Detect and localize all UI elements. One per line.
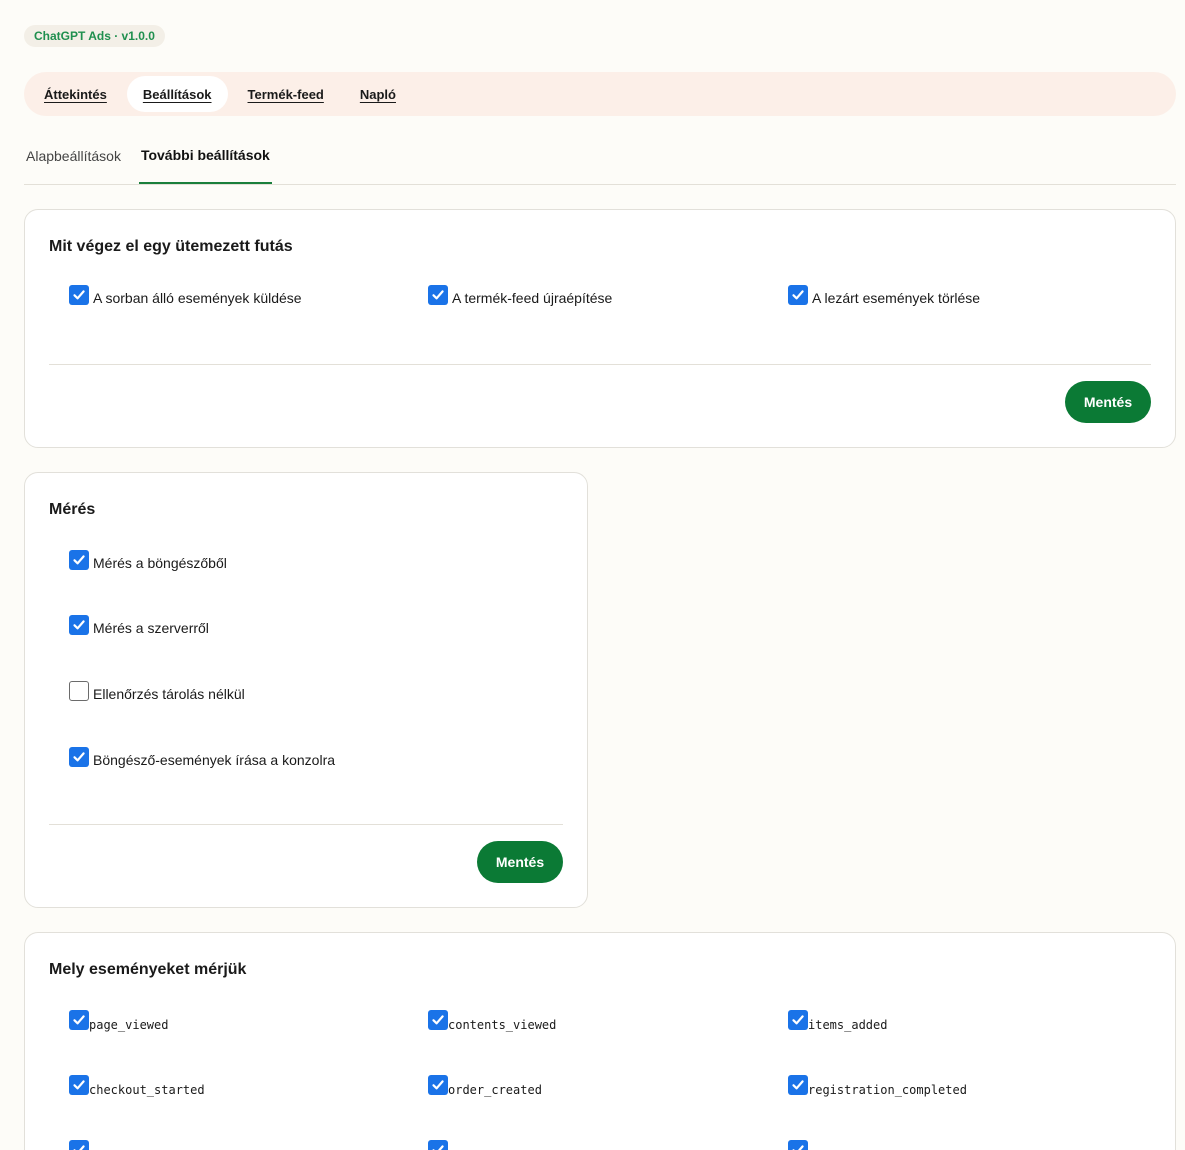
checkbox[interactable] — [69, 1140, 89, 1150]
sub-tabs: Alapbeállítások További beállítások — [24, 128, 1176, 185]
checkmark-icon — [792, 1080, 804, 1090]
tab-log[interactable]: Napló — [344, 76, 412, 112]
version-badge: ChatGPT Ads · v1.0.0 — [24, 25, 165, 47]
checkmark-icon — [73, 620, 85, 630]
checkmark-icon — [73, 290, 85, 300]
measurement-title: Mérés — [49, 501, 96, 518]
events-card: Mely eseményeket mérjük page_viewed cont… — [24, 932, 1176, 1150]
subtab-additional-settings[interactable]: További beállítások — [138, 128, 272, 184]
checkbox[interactable] — [428, 1010, 448, 1030]
divider — [49, 824, 563, 825]
events-title: Mely eseményeket mérjük — [49, 961, 247, 978]
checkbox-label: checkout_started — [89, 1083, 205, 1097]
checkbox-label: registration_completed — [808, 1083, 967, 1097]
checkbox[interactable] — [69, 285, 89, 305]
event-row3-col1 — [69, 1140, 89, 1150]
checkmark-icon — [432, 1080, 444, 1090]
option-verify-without-storage: Ellenőrzés tárolás nélkül — [69, 681, 245, 702]
tab-overview[interactable]: Áttekintés — [28, 76, 123, 112]
divider — [49, 364, 1151, 365]
checkbox-label: items_added — [808, 1018, 888, 1032]
checkmark-icon — [73, 555, 85, 565]
checkbox[interactable] — [69, 1010, 89, 1030]
tab-product-feed[interactable]: Termék-feed — [232, 76, 340, 112]
subtab-basic-settings[interactable]: Alapbeállítások — [24, 128, 123, 184]
checkbox[interactable] — [788, 285, 808, 305]
checkbox-label: order_created — [448, 1083, 542, 1097]
checkbox-label: Böngésző-események írása a konzolra — [93, 752, 336, 768]
option-delete-closed-events: A lezárt események törlése — [788, 285, 980, 306]
settings-page: ChatGPT Ads · v1.0.0 Áttekintés Beállítá… — [0, 0, 1185, 1150]
event-items-added: items_added — [788, 1010, 887, 1032]
option-log-browser-events: Böngésző-események írása a konzolra — [69, 747, 335, 768]
checkmark-icon — [73, 1015, 85, 1025]
event-row3-col2 — [428, 1140, 448, 1150]
checkbox[interactable] — [428, 285, 448, 305]
checkbox-label: page_viewed — [89, 1018, 169, 1032]
checkmark-icon — [432, 1015, 444, 1025]
event-checkout-started: checkout_started — [69, 1075, 205, 1097]
event-registration-completed: registration_completed — [788, 1075, 967, 1097]
event-contents-viewed: contents_viewed — [428, 1010, 556, 1032]
event-row3-col3 — [788, 1140, 808, 1150]
option-send-queued-events: A sorban álló események küldése — [69, 285, 302, 306]
checkbox[interactable] — [788, 1075, 808, 1095]
checkbox[interactable] — [69, 1075, 89, 1095]
checkbox[interactable] — [69, 681, 89, 701]
event-page-viewed: page_viewed — [69, 1010, 168, 1032]
checkmark-icon — [73, 1080, 85, 1090]
checkbox-label: Mérés a böngészőből — [93, 555, 227, 571]
scheduled-run-card: Mit végez el egy ütemezett futás A sorba… — [24, 209, 1176, 448]
checkmark-icon — [73, 752, 85, 762]
checkbox[interactable] — [69, 615, 89, 635]
checkbox[interactable] — [428, 1075, 448, 1095]
checkbox-label: contents_viewed — [448, 1018, 557, 1032]
tab-settings[interactable]: Beállítások — [126, 76, 228, 112]
option-browser-measurement: Mérés a böngészőből — [69, 550, 227, 571]
measurement-card: Mérés Mérés a böngészőből Mérés a szerve… — [24, 472, 588, 908]
checkmark-icon — [792, 290, 804, 300]
event-order-created: order_created — [428, 1075, 542, 1097]
checkbox[interactable] — [69, 747, 89, 767]
checkmark-icon — [792, 1015, 804, 1025]
option-server-measurement: Mérés a szerverről — [69, 615, 209, 636]
checkbox-label: Mérés a szerverről — [93, 620, 209, 636]
checkbox-label: A termék-feed újraépítése — [452, 290, 613, 306]
save-button[interactable]: Mentés — [477, 841, 563, 883]
save-button[interactable]: Mentés — [1065, 381, 1151, 423]
option-rebuild-feed: A termék-feed újraépítése — [428, 285, 612, 306]
main-nav: Áttekintés Beállítások Termék-feed Napló — [24, 72, 1176, 116]
scheduled-run-title: Mit végez el egy ütemezett futás — [49, 238, 293, 255]
checkmark-icon — [432, 290, 444, 300]
checkbox[interactable] — [428, 1140, 448, 1150]
checkmark-icon — [792, 1145, 804, 1150]
checkbox-label: A sorban álló események küldése — [93, 290, 302, 306]
checkbox-label: Ellenőrzés tárolás nélkül — [93, 686, 245, 702]
checkmark-icon — [73, 1145, 85, 1150]
checkbox[interactable] — [788, 1010, 808, 1030]
checkbox-label: A lezárt események törlése — [812, 290, 981, 306]
checkbox[interactable] — [788, 1140, 808, 1150]
checkbox[interactable] — [69, 550, 89, 570]
checkmark-icon — [432, 1145, 444, 1150]
